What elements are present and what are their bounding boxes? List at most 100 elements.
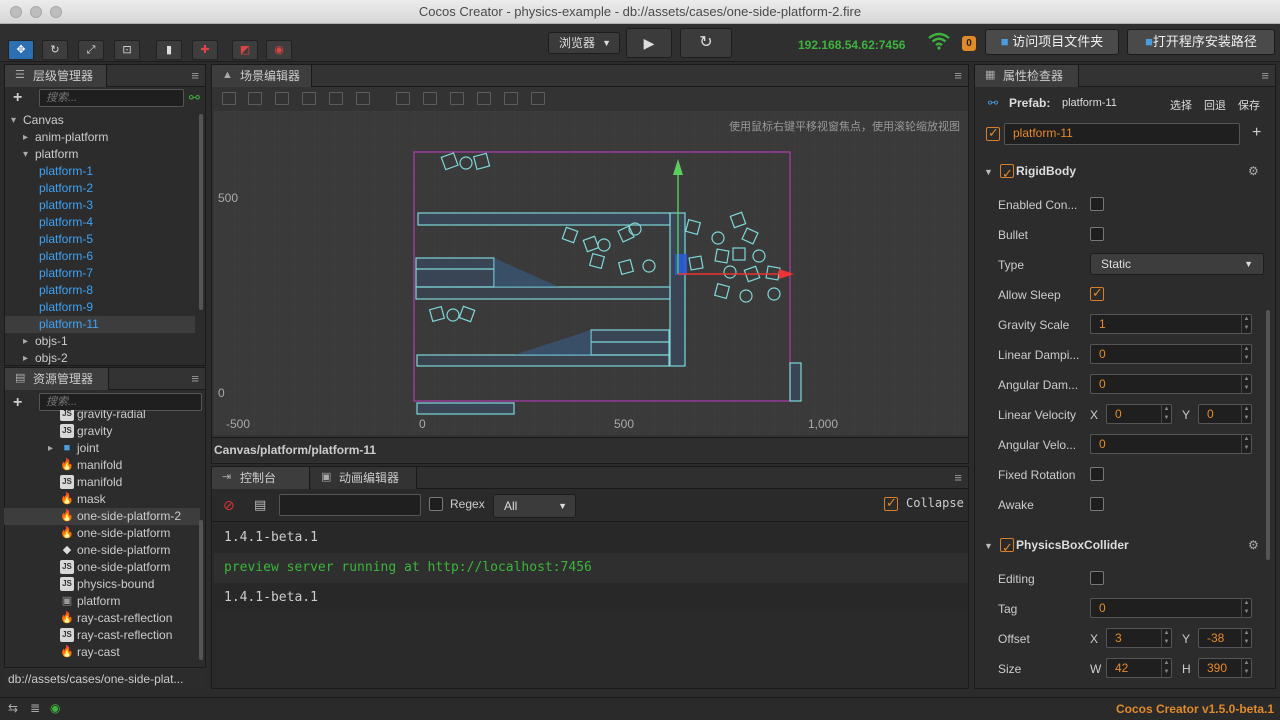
- hierarchy-node[interactable]: platform-4: [5, 214, 195, 231]
- layout-toggle-icon[interactable]: ◉: [266, 40, 292, 60]
- eye-icon[interactable]: ◉: [50, 701, 60, 715]
- align-tool-icon[interactable]: [423, 92, 437, 105]
- scale-tool-icon[interactable]: ⤢: [78, 40, 104, 60]
- database-icon[interactable]: ≣: [30, 701, 40, 715]
- tree-arrow-icon[interactable]: ▾: [11, 112, 16, 129]
- add-asset-icon[interactable]: +: [13, 395, 22, 411]
- play-button[interactable]: ▶: [626, 28, 672, 58]
- align-tool-icon[interactable]: [450, 92, 464, 105]
- menu-icon[interactable]: ≡: [1261, 69, 1269, 82]
- rotate-layout-icon[interactable]: ⇆: [8, 701, 18, 715]
- prefab-revert-button[interactable]: 回退: [1204, 97, 1226, 113]
- align-tool-icon[interactable]: [222, 92, 236, 105]
- hierarchy-node[interactable]: ▾ platform: [5, 146, 195, 163]
- hierarchy-node[interactable]: platform-7: [5, 265, 195, 282]
- stepper-icon[interactable]: ▲ ▼: [1241, 629, 1251, 647]
- tab-console[interactable]: ⇥ 控制台: [212, 467, 310, 489]
- open-project-folder-button[interactable]: ■ 访问项目文件夹: [985, 29, 1119, 55]
- asset-item[interactable]: JS gravity-radial: [4, 410, 200, 423]
- close-window-button[interactable]: [10, 6, 22, 18]
- asset-item[interactable]: JS manifold: [4, 474, 200, 491]
- hierarchy-node[interactable]: ▾ Canvas: [5, 112, 195, 129]
- tab-inspector[interactable]: ▦ 属性检查器: [975, 65, 1079, 87]
- asset-item[interactable]: 🔥 one-side-platform: [4, 525, 200, 542]
- asset-item[interactable]: 🔥 mask: [4, 491, 200, 508]
- hierarchy-node[interactable]: platform-6: [5, 248, 195, 265]
- asset-item[interactable]: ▣ platform: [4, 593, 200, 610]
- align-tool-icon[interactable]: [477, 92, 491, 105]
- assets-scrollbar[interactable]: [199, 520, 203, 660]
- move-tool-icon[interactable]: ✥: [8, 40, 34, 60]
- asset-item[interactable]: 🔥 ray-cast: [4, 644, 200, 661]
- open-log-file-icon[interactable]: ▤: [254, 497, 266, 513]
- hierarchy-node[interactable]: platform-3: [5, 197, 195, 214]
- menu-icon[interactable]: ≡: [954, 69, 962, 82]
- open-install-path-button[interactable]: ■打开程序安装路径: [1127, 29, 1275, 55]
- stepper-icon[interactable]: ▲ ▼: [1161, 405, 1171, 423]
- size-w-input[interactable]: 42 ▲ ▼: [1106, 658, 1172, 678]
- align-tool-icon[interactable]: [504, 92, 518, 105]
- zoom-window-button[interactable]: [50, 6, 62, 18]
- link-icon[interactable]: ⚯: [189, 90, 200, 106]
- asset-item[interactable]: ▸ ■ joint: [4, 440, 200, 457]
- align-tool-icon[interactable]: [356, 92, 370, 105]
- stepper-icon[interactable]: ▲ ▼: [1241, 405, 1251, 423]
- hierarchy-node[interactable]: platform-2: [5, 180, 195, 197]
- node-name-input[interactable]: platform-11: [1004, 123, 1240, 145]
- menu-icon[interactable]: ≡: [191, 372, 199, 385]
- node-active-checkbox[interactable]: [986, 125, 1000, 141]
- hierarchy-search-input[interactable]: 搜索...: [39, 89, 184, 107]
- regex-checkbox[interactable]: [429, 497, 443, 511]
- gizmo-toggle-icon[interactable]: ◩: [232, 40, 258, 60]
- stepper-icon[interactable]: ▲ ▼: [1241, 345, 1251, 363]
- tree-arrow-icon[interactable]: ▸: [23, 333, 28, 350]
- hierarchy-node[interactable]: platform-11: [5, 316, 195, 333]
- editing-checkbox[interactable]: [1090, 571, 1104, 585]
- tree-arrow-icon[interactable]: ▾: [23, 146, 28, 163]
- hierarchy-node[interactable]: platform-8: [5, 282, 195, 299]
- menu-icon[interactable]: ≡: [191, 69, 199, 82]
- rigidbody-header[interactable]: ▼ RigidBody ⚙: [984, 159, 1270, 186]
- scene-canvas[interactable]: [214, 111, 968, 435]
- hierarchy-node[interactable]: platform-9: [5, 299, 195, 316]
- align-tool-icon[interactable]: [396, 92, 410, 105]
- angular-velocity-input[interactable]: 0 ▲ ▼: [1090, 434, 1252, 454]
- offset-y-input[interactable]: -38 ▲ ▼: [1198, 628, 1252, 648]
- stepper-icon[interactable]: ▲ ▼: [1241, 599, 1251, 617]
- gravity-scale-input[interactable]: 1 ▲ ▼: [1090, 314, 1252, 334]
- angular-damping-input[interactable]: 0 ▲ ▼: [1090, 374, 1252, 394]
- assets-search-input[interactable]: 搜索...: [39, 393, 202, 411]
- tab-assets[interactable]: ▤ 资源管理器: [5, 368, 109, 390]
- prefab-select-button[interactable]: 选择: [1170, 97, 1192, 113]
- stepper-icon[interactable]: ▲ ▼: [1161, 629, 1171, 647]
- asset-item[interactable]: 🔥 manifold: [4, 457, 200, 474]
- gear-icon[interactable]: ⚙: [1248, 533, 1259, 557]
- asset-item[interactable]: JS physics-bound: [4, 576, 200, 593]
- asset-item[interactable]: JS gravity: [4, 423, 200, 440]
- stepper-icon[interactable]: ▲ ▼: [1241, 659, 1251, 677]
- stepper-icon[interactable]: ▲ ▼: [1241, 315, 1251, 333]
- hierarchy-node[interactable]: ▸ objs-2: [5, 350, 195, 367]
- align-tool-icon[interactable]: [531, 92, 545, 105]
- prefab-save-button[interactable]: 保存: [1238, 97, 1260, 113]
- gear-icon[interactable]: ⚙: [1248, 159, 1259, 183]
- asset-item[interactable]: JS one-side-platform: [4, 559, 200, 576]
- linear-velocity-y-input[interactable]: 0 ▲ ▼: [1198, 404, 1252, 424]
- align-tool-icon[interactable]: [275, 92, 289, 105]
- rigidbody-enabled-checkbox[interactable]: [1000, 162, 1014, 186]
- hierarchy-node[interactable]: ▸ objs-1: [5, 333, 195, 350]
- minimize-window-button[interactable]: [30, 6, 42, 18]
- hierarchy-node[interactable]: platform-1: [5, 163, 195, 180]
- stepper-icon[interactable]: ▲ ▼: [1241, 435, 1251, 453]
- preview-platform-select[interactable]: 浏览器 ▼: [548, 32, 620, 54]
- awake-checkbox[interactable]: [1090, 497, 1104, 511]
- pivot-toggle-icon[interactable]: ▮: [156, 40, 182, 60]
- align-tool-icon[interactable]: [302, 92, 316, 105]
- scene-viewport[interactable]: 使用鼠标右键平移视窗焦点，使用滚轮缩放视图 500 0 -500 0 500 1…: [214, 111, 968, 435]
- inspector-scrollbar[interactable]: [1266, 310, 1270, 560]
- enabled-contact-checkbox[interactable]: [1090, 197, 1104, 211]
- tab-hierarchy[interactable]: ☰ 层级管理器: [5, 65, 107, 87]
- add-node-icon[interactable]: +: [13, 90, 22, 106]
- align-tool-icon[interactable]: [329, 92, 343, 105]
- offset-x-input[interactable]: 3 ▲ ▼: [1106, 628, 1172, 648]
